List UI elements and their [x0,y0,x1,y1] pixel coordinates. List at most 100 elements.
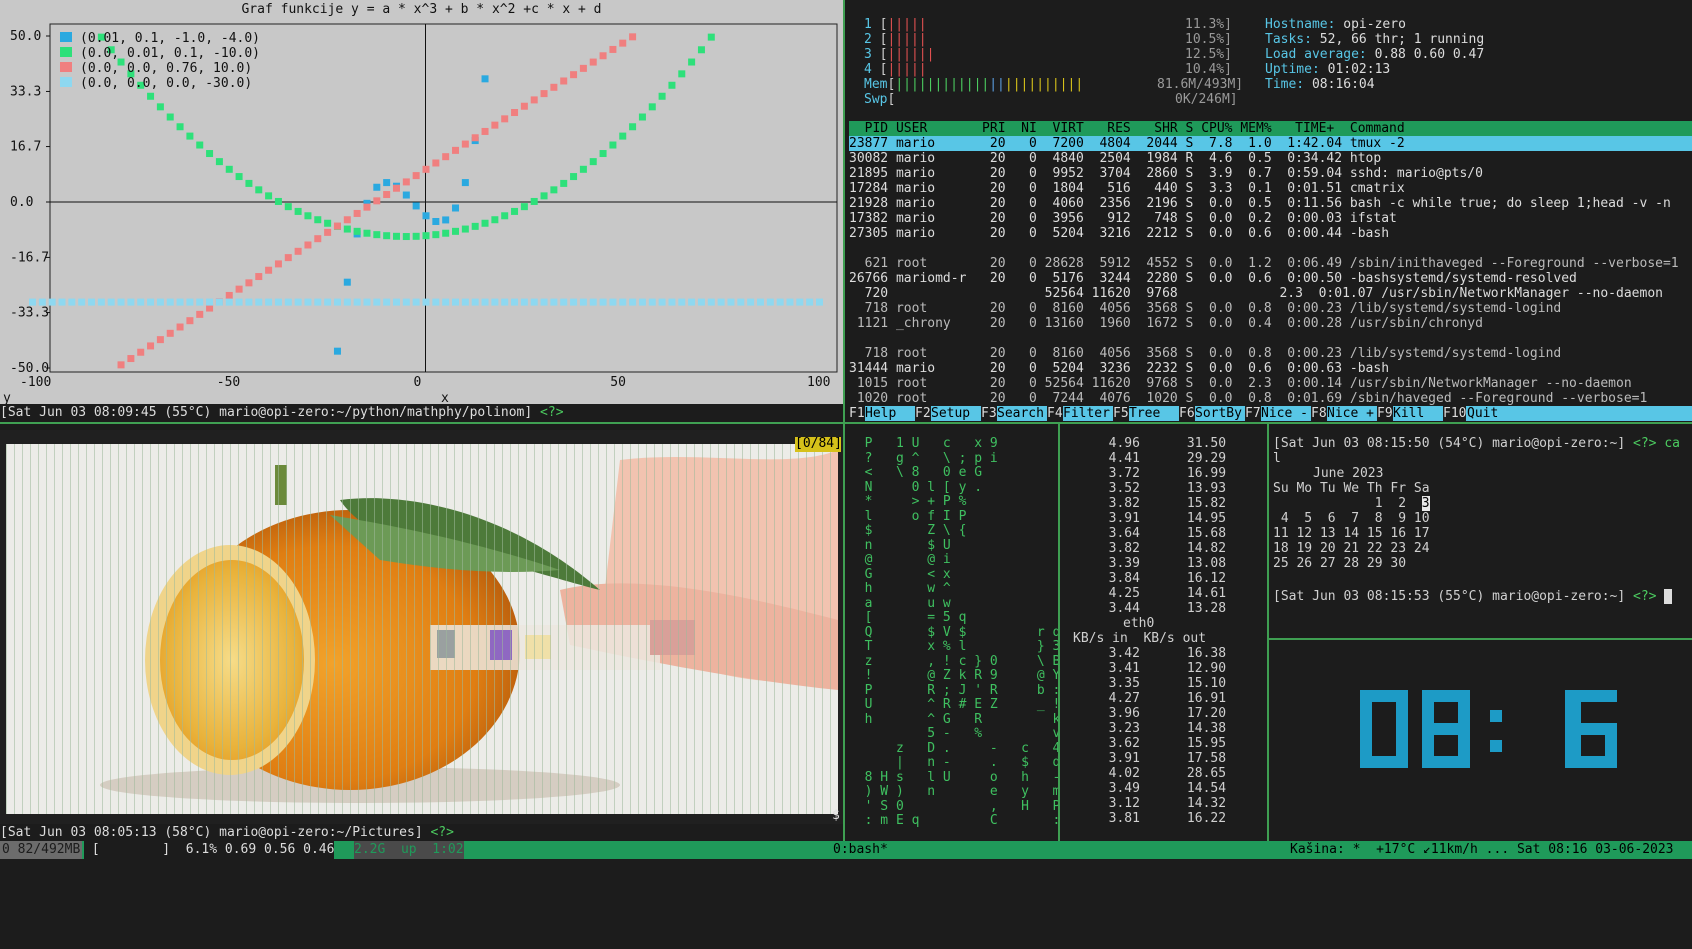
data-point [589,58,597,66]
process-row[interactable]: 1015 root 20 0 52564 11620 9768 S 0.0 2.… [849,376,1692,391]
process-row[interactable]: 31444 mario 20 0 5204 3236 2232 S 0.0 0.… [849,361,1692,376]
data-point [29,298,36,306]
ifstat-row: 4.02 28.65 [1093,766,1227,781]
data-point [461,298,469,306]
pictures-shell-prompt[interactable]: [Sat Jun 03 08:05:13 (58°C) mario@opi-ze… [0,824,843,841]
data-point [343,278,351,286]
cursor [1664,589,1673,604]
process-row[interactable]: 21928 mario 20 0 4060 2356 2196 S 0.0 0.… [849,196,1692,211]
process-row[interactable]: 27305 mario 20 0 5204 3216 2212 S 0.0 0.… [849,226,1692,241]
data-point [560,298,568,306]
function-key-f7[interactable]: F7 [1245,406,1261,421]
data-point [343,225,351,233]
data-point [501,298,509,306]
function-key-f5[interactable]: F5 [1113,406,1129,421]
data-point [245,179,253,187]
process-row[interactable]: 23877 mario 20 0 7200 4804 2044 S 7.8 1.… [849,136,1692,151]
y-tick-label: 33.3 [10,84,41,99]
process-row[interactable]: 17284 mario 20 0 1804 516 440 S 3.3 0.1 … [849,181,1692,196]
data-point [570,298,578,306]
matrix-row: Q $ V $ r q [849,624,1061,640]
pane-divider-left[interactable] [0,422,843,424]
process-row[interactable]: 30082 mario 20 0 4840 2504 1984 R 4.6 0.… [849,151,1692,166]
ifstat-row: 3.62 15.95 [1093,736,1227,751]
function-key-f6[interactable]: F6 [1179,406,1195,421]
process-row[interactable]: 21895 mario 20 0 9952 3704 2860 S 3.9 0.… [849,166,1692,181]
data-point [255,298,263,306]
data-point [383,298,391,306]
cpu-number: 2 [864,32,880,47]
data-point [452,227,460,235]
function-key-f10[interactable]: F10 [1443,406,1467,421]
process-row[interactable]: 718 root 20 0 8160 4056 3568 S 0.0 0.8 0… [849,301,1692,316]
pane-divider-matrix[interactable] [1058,424,1060,841]
function-key-f9[interactable]: F9 [1377,406,1393,421]
data-point [422,165,430,173]
matrix-row: * > + P % [849,494,967,509]
cal-prompt-2[interactable]: [Sat Jun 03 08:15:53 (55°C) mario@opi-ze… [1273,589,1673,604]
process-row[interactable]: 720 52564 11620 9768 2.3 0:01.07 /usr/sb… [849,286,1692,301]
disk-uptime: 2.2G up 1:02 [354,841,464,859]
process-row[interactable]: 17382 mario 20 0 3956 912 748 S 0.0 0.2 … [849,211,1692,226]
pane-divider-clock[interactable] [1269,638,1692,640]
ifstat-row: 3.81 16.22 [1093,811,1227,826]
data-point [481,219,489,227]
y-tick-label: -50.0 [10,361,49,376]
matrix-row: z D . - c 4 [849,740,1061,756]
data-point [255,273,263,281]
process-row[interactable]: 1121 _chrony 20 0 13160 1960 1672 S 0.0 … [849,316,1692,331]
data-point [343,216,351,224]
pane-divider-vertical[interactable] [843,0,845,841]
data-point [392,232,400,240]
ifstat-row: 3.39 13.08 [1093,556,1227,571]
tmux-status-bar: 0 82/492MB [ ] 6.1% 0.69 0.56 0.46 2.2G … [0,841,1692,859]
ifstat-row: 3.64 15.68 [1093,526,1227,541]
matrix-row: h ^ G R k [849,711,1061,727]
ifstat-row: 4.41 29.29 [1093,451,1227,466]
data-point [225,298,233,306]
process-table[interactable]: PID USER PRI NI VIRT RES SHR S CPU% MEM%… [849,121,1692,421]
cpu-number: 3 [864,47,880,62]
calendar-pane[interactable]: [Sat Jun 03 08:15:50 (54°C) mario@opi-ze… [1273,436,1692,636]
cal-prompt[interactable]: [Sat Jun 03 08:15:50 (54°C) mario@opi-ze… [1273,436,1680,451]
data-point [707,33,715,41]
data-point [481,75,489,83]
ifstat-row: 3.49 14.54 [1093,781,1227,796]
data-point [294,207,302,215]
process-row[interactable]: 26766 mariomd-r 20 0 5176 3244 2280 S 0.… [849,271,1692,286]
data-point [589,158,597,166]
data-point [225,165,233,173]
matrix-row: U ^ R # E Z _ ! [849,697,1061,712]
function-key-f2[interactable]: F2 [915,406,931,421]
function-key-f1[interactable]: F1 [849,406,865,421]
data-point [579,165,587,173]
data-point [432,217,440,225]
pane-divider-ifstat[interactable] [1267,424,1269,841]
data-point [274,260,282,268]
cpu-number: 1 [864,17,880,32]
data-point [196,141,204,149]
process-row[interactable]: 1020 root 20 0 7244 4076 1020 S 0.0 0.8 … [849,391,1692,406]
data-point [629,298,637,306]
window-tab-bash[interactable]: 0:bash* [833,841,888,859]
data-point [619,132,627,140]
data-point [147,298,155,306]
function-key-f8[interactable]: F8 [1311,406,1327,421]
graph-shell-prompt[interactable]: [Sat Jun 03 08:09:45 (55°C) mario@opi-ze… [0,404,843,421]
data-point [353,298,361,306]
data-point [816,298,823,306]
process-row[interactable]: 621 root 20 0 28628 5912 4552 S 0.0 1.2 … [849,256,1692,271]
data-point [501,115,509,123]
data-point [422,232,430,240]
clock-digit [1569,690,1617,768]
data-point [688,58,696,66]
data-point [363,229,371,237]
cpu-meter-4: 4 [||||| [864,62,927,77]
data-point [402,191,410,199]
data-point [579,64,587,72]
process-row[interactable]: 718 root 20 0 8160 4056 3568 S 0.0 0.8 0… [849,346,1692,361]
ifstat-pane: 4.96 31.50 4.41 29.29 3.72 16.99 3.52 13… [1063,436,1263,841]
function-key-f4[interactable]: F4 [1047,406,1063,421]
data-point [156,103,164,111]
function-key-f3[interactable]: F3 [981,406,997,421]
